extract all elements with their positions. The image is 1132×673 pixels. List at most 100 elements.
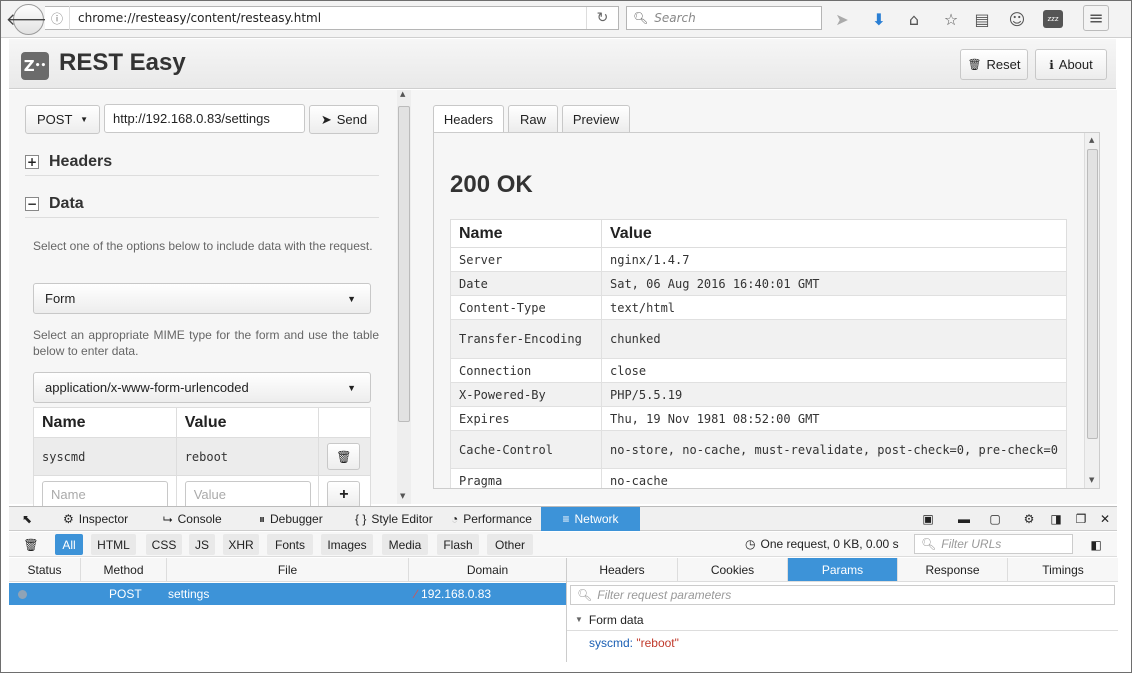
search-input[interactable]: 🔍︎ Search bbox=[626, 6, 822, 30]
expand-icon[interactable]: + bbox=[25, 154, 39, 169]
table-row[interactable]: POST settings ∕ 192.168.0.83 bbox=[9, 583, 566, 605]
filter-urls-input[interactable]: 🔍︎ Filter URLs bbox=[914, 534, 1073, 554]
devtools-panel: ⬉ ⚙ Inspector ⮡ Console ⏸ Debugger { } Style… bbox=[9, 506, 1118, 662]
bookmark-star-icon[interactable]: ☆ bbox=[940, 8, 962, 30]
table-row: Expires Thu, 19 Nov 1981 08:52:00 GMT bbox=[450, 406, 1067, 431]
chat-icon[interactable]: ☺ bbox=[1006, 8, 1028, 30]
tab-inspector[interactable]: ⚙ Inspector bbox=[57, 507, 134, 531]
menu-icon[interactable]: ≡ bbox=[1083, 5, 1109, 31]
reset-button[interactable]: 🗑︎ Reset bbox=[960, 49, 1028, 80]
form-row-name: syscmd bbox=[33, 437, 177, 476]
info-icon[interactable]: ⓘ bbox=[45, 10, 69, 27]
pick-element-icon[interactable]: ⬉ bbox=[15, 507, 39, 531]
home-icon[interactable]: ⌂ bbox=[903, 8, 925, 30]
tab-network[interactable]: ≡ Network bbox=[541, 507, 640, 531]
filter-fonts[interactable]: Fonts bbox=[267, 534, 313, 555]
response-headers-table: Name Value Server nginx/1.4.7 Date Sat, 06… bbox=[450, 219, 1067, 488]
data-section[interactable]: − Data bbox=[25, 190, 379, 218]
search-icon: 🔍︎ bbox=[633, 11, 649, 25]
filter-other[interactable]: Other bbox=[487, 534, 533, 555]
close-icon[interactable]: ✕ bbox=[1096, 507, 1114, 531]
col-method[interactable]: Method bbox=[81, 558, 167, 582]
dock-side-icon[interactable]: ◨ bbox=[1047, 507, 1065, 531]
tab-style-editor[interactable]: { } Style Editor bbox=[349, 507, 439, 531]
method-select[interactable]: POST ▼ bbox=[25, 105, 100, 134]
request-method: POST bbox=[109, 587, 142, 601]
pane-splitter[interactable]: ▲ ▼ bbox=[397, 90, 411, 504]
request-list-header: Status Method File Domain bbox=[9, 558, 566, 582]
tab-console[interactable]: ⮡ Console bbox=[157, 507, 228, 531]
data-type-select[interactable]: Form ▼ bbox=[33, 283, 371, 314]
filter-css[interactable]: CSS bbox=[146, 534, 182, 555]
col-file[interactable]: File bbox=[167, 558, 409, 582]
reload-icon[interactable]: ↻ bbox=[586, 7, 618, 29]
param-entry: syscmd: "reboot" bbox=[589, 636, 679, 650]
clear-trash-icon[interactable]: 🗑︎ bbox=[21, 534, 41, 555]
tab-performance[interactable]: ◔ Performance bbox=[445, 507, 538, 531]
form-data-group[interactable]: ▼ Form data bbox=[567, 609, 1118, 631]
reading-list-icon[interactable]: ▤ bbox=[971, 8, 993, 30]
filter-params-input[interactable]: 🔍︎ Filter request parameters bbox=[570, 585, 1115, 605]
scroll-up-icon[interactable]: ▲ bbox=[400, 90, 405, 98]
send-button[interactable]: ➤ Send bbox=[309, 105, 379, 134]
table-row: X-Powered-By PHP/5.5.19 bbox=[450, 382, 1067, 407]
filter-media[interactable]: Media bbox=[382, 534, 428, 555]
about-button[interactable]: ℹ About bbox=[1035, 49, 1107, 80]
caret-down-icon: ▼ bbox=[347, 382, 356, 393]
col-domain[interactable]: Domain bbox=[409, 558, 566, 582]
toggle-sidebar-icon[interactable]: ◧ bbox=[1087, 534, 1105, 555]
side-tab-response[interactable]: Response bbox=[898, 558, 1008, 582]
scroll-down-icon[interactable]: ▼ bbox=[400, 492, 405, 500]
filter-flash[interactable]: Flash bbox=[437, 534, 479, 555]
table-row: syscmd reboot 🗑︎ bbox=[33, 437, 371, 476]
delete-row-button[interactable]: 🗑︎ bbox=[327, 443, 361, 470]
triangle-down-icon: ▼ bbox=[575, 615, 583, 624]
scroll-up-icon[interactable]: ▲ bbox=[1089, 136, 1094, 144]
filter-html[interactable]: HTML bbox=[91, 534, 136, 555]
url-bar[interactable]: ⓘ chrome://resteasy/content/resteasy.htm… bbox=[45, 6, 619, 30]
network-filter-bar: 🗑︎ All HTML CSS JS XHR Fonts Images Medi… bbox=[9, 532, 1117, 557]
side-tab-cookies[interactable]: Cookies bbox=[678, 558, 788, 582]
form-col-value: Value bbox=[175, 407, 320, 438]
headers-col-name: Name bbox=[450, 219, 602, 248]
form-col-name: Name bbox=[33, 407, 177, 438]
back-button[interactable]: 🡐 bbox=[6, 4, 51, 35]
responsive-design-icon[interactable]: ▬ bbox=[954, 507, 974, 531]
headers-section-label: Headers bbox=[49, 152, 113, 170]
col-status[interactable]: Status bbox=[9, 558, 81, 582]
tab-raw[interactable]: Raw bbox=[508, 105, 558, 132]
table-row: Date Sat, 06 Aug 2016 16:40:01 GMT bbox=[450, 271, 1067, 296]
undock-icon[interactable]: ❐ bbox=[1072, 507, 1090, 531]
new-name-input[interactable]: Name bbox=[42, 480, 168, 509]
send-tab-icon[interactable]: ➤ bbox=[831, 8, 853, 30]
mime-type-select[interactable]: application/x-www-form-urlencoded ▼ bbox=[33, 372, 371, 403]
tab-headers[interactable]: Headers bbox=[433, 105, 504, 133]
url-input[interactable]: http://192.168.0.83/settings bbox=[104, 104, 305, 133]
network-icon: ≡ bbox=[562, 512, 570, 526]
filter-js[interactable]: JS bbox=[189, 534, 215, 555]
inspector-icon: ⚙ bbox=[63, 512, 74, 526]
url-text[interactable]: chrome://resteasy/content/resteasy.html bbox=[70, 11, 321, 25]
headers-section[interactable]: + Headers bbox=[25, 148, 379, 176]
scroll-down-icon[interactable]: ▼ bbox=[1089, 476, 1094, 484]
side-tab-headers[interactable]: Headers bbox=[567, 558, 678, 582]
sleep-tab-icon[interactable]: zzz bbox=[1043, 10, 1063, 28]
screenshot-icon[interactable]: ▢ bbox=[985, 507, 1005, 531]
add-row-button[interactable]: + bbox=[327, 481, 361, 508]
response-scrollbar[interactable]: ▲ ▼ bbox=[1084, 133, 1099, 488]
side-tab-timings[interactable]: Timings bbox=[1008, 558, 1118, 582]
filter-all[interactable]: All bbox=[55, 534, 83, 555]
new-value-input[interactable]: Value bbox=[184, 480, 311, 509]
left-scroll-thumb[interactable] bbox=[398, 106, 410, 422]
filter-xhr[interactable]: XHR bbox=[223, 534, 259, 555]
tab-preview[interactable]: Preview bbox=[562, 105, 630, 132]
split-console-icon[interactable]: ▣ bbox=[916, 507, 940, 531]
download-icon[interactable]: ⬇ bbox=[868, 8, 890, 30]
filter-images[interactable]: Images bbox=[321, 534, 373, 555]
response-scroll-thumb[interactable] bbox=[1087, 149, 1098, 439]
tab-debugger[interactable]: ⏸ Debugger bbox=[253, 507, 329, 531]
collapse-icon[interactable]: − bbox=[25, 196, 39, 211]
settings-gear-icon[interactable]: ⚙ bbox=[1019, 507, 1039, 531]
side-tab-params[interactable]: Params bbox=[788, 558, 898, 582]
console-icon: ⮡ bbox=[163, 511, 173, 526]
